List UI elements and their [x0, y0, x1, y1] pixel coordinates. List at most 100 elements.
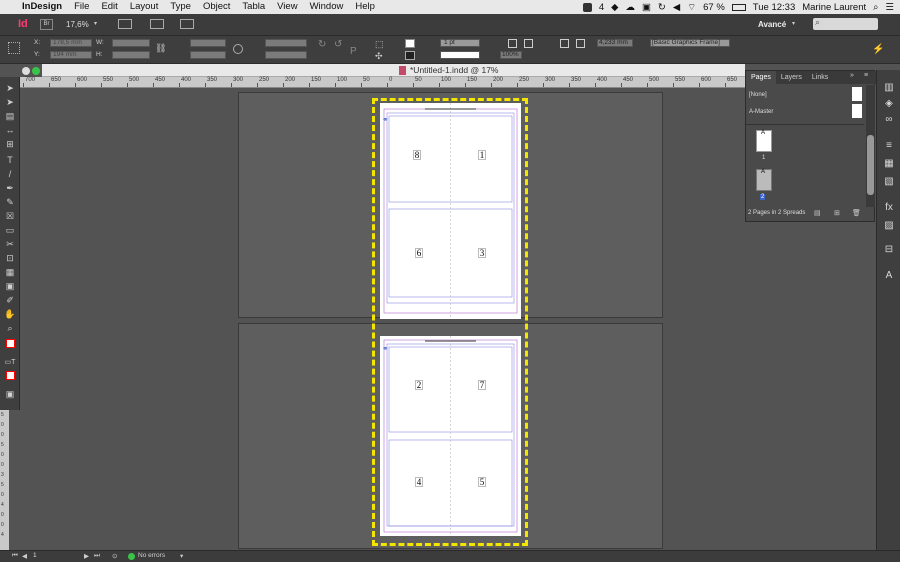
last-page-icon[interactable]: ⏭: [94, 552, 100, 560]
traffic-light-yellow[interactable]: [22, 67, 30, 75]
view-options-icon[interactable]: [118, 19, 132, 29]
menu-type[interactable]: Type: [164, 0, 197, 14]
screen-mode-icon[interactable]: ▣: [4, 389, 16, 400]
wifi-icon[interactable]: ⌔: [687, 2, 696, 13]
document-title[interactable]: *Untitled-1.indd @ 17%: [410, 64, 498, 77]
preflight-status[interactable]: No errors: [138, 552, 165, 559]
zoom-level-field[interactable]: 17,6%: [66, 20, 89, 29]
delete-page-icon[interactable]: 🗑: [852, 209, 861, 217]
first-page-icon[interactable]: ⏮: [12, 552, 18, 560]
eyedropper-tool-icon[interactable]: ✐: [4, 295, 16, 306]
stroke-panel-icon[interactable]: ≡: [882, 140, 896, 152]
panel-scrollbar[interactable]: [866, 85, 875, 207]
tab-layers[interactable]: Layers: [776, 71, 807, 84]
menu-help[interactable]: Help: [349, 0, 381, 14]
rotate-icon[interactable]: ↻: [318, 39, 326, 50]
edit-page-size-icon[interactable]: ▤: [814, 209, 821, 217]
dropbox-icon[interactable]: ◆: [611, 2, 618, 13]
chevron-down-icon[interactable]: ▾: [792, 20, 795, 27]
page-tool-icon[interactable]: ▤: [4, 111, 16, 122]
arrange-documents-icon[interactable]: [180, 19, 194, 29]
help-search-input[interactable]: [813, 18, 878, 30]
select-content-icon[interactable]: ✣: [375, 51, 383, 62]
swatches-panel-icon[interactable]: ▦: [882, 158, 896, 170]
menu-app[interactable]: InDesign: [16, 0, 68, 14]
free-transform-tool-icon[interactable]: ⊡: [4, 253, 16, 264]
menu-window[interactable]: Window: [304, 0, 350, 14]
apply-none-icon[interactable]: [4, 371, 16, 382]
none-master-thumb[interactable]: [852, 87, 862, 101]
fill-swatch-icon[interactable]: [405, 39, 415, 48]
pen-tool-icon[interactable]: ✒: [4, 183, 16, 194]
menu-file[interactable]: File: [68, 0, 95, 14]
preflight-menu-icon[interactable]: ▾: [180, 552, 183, 560]
reference-point-icon[interactable]: [8, 42, 20, 54]
corner-options-icon[interactable]: [524, 39, 533, 48]
selection-tool-icon[interactable]: ➤: [4, 83, 16, 94]
character-panel-icon[interactable]: A: [882, 270, 896, 282]
preflight-profile-icon[interactable]: ⊙: [112, 552, 117, 560]
gradient-tool-icon[interactable]: ▦: [4, 267, 16, 278]
pencil-tool-icon[interactable]: ✎: [4, 197, 16, 208]
workspace-switcher[interactable]: Avancé: [758, 20, 786, 29]
gradient-panel-icon[interactable]: ▧: [882, 176, 896, 188]
flip-icon[interactable]: P: [350, 46, 357, 57]
rectangle-tool-icon[interactable]: ▭: [4, 225, 16, 236]
adobe-cc-icon[interactable]: [582, 2, 592, 12]
select-container-icon[interactable]: ⬚: [375, 39, 384, 50]
panel-collapse-icon[interactable]: »: [850, 72, 854, 79]
menu-object[interactable]: Object: [197, 0, 236, 14]
scissors-tool-icon[interactable]: ✂: [4, 239, 16, 250]
tab-pages[interactable]: Pages: [746, 71, 776, 84]
direct-selection-tool-icon[interactable]: ➤: [4, 97, 16, 108]
tab-links[interactable]: Links: [807, 71, 833, 84]
battery-icon[interactable]: [731, 3, 746, 11]
next-page-icon[interactable]: ▶: [84, 552, 89, 560]
none-master-label[interactable]: [None]: [749, 92, 767, 98]
rotate-ccw-icon[interactable]: ↺: [334, 39, 342, 50]
fitting-icon[interactable]: [560, 39, 569, 48]
shear-field[interactable]: [265, 51, 307, 59]
volume-icon[interactable]: ◀: [673, 2, 680, 13]
scale-y-field[interactable]: [190, 51, 226, 59]
prev-page-icon[interactable]: ◀: [22, 552, 27, 560]
bridge-button[interactable]: Br: [40, 19, 53, 30]
rectangle-frame-tool-icon[interactable]: ☒: [4, 211, 16, 222]
page-thumb-1[interactable]: A: [756, 130, 772, 152]
chat-icon[interactable]: ▣: [642, 2, 651, 13]
user-name[interactable]: Marine Laurent: [802, 2, 866, 13]
cloud-icon[interactable]: ☁: [625, 2, 635, 13]
panel-scroll-thumb[interactable]: [867, 135, 874, 195]
formatting-affects-icon[interactable]: ▭T: [4, 357, 16, 368]
stroke-type-field[interactable]: [440, 51, 480, 59]
list-icon[interactable]: ☰: [885, 2, 894, 13]
sync-icon[interactable]: ↻: [658, 2, 666, 13]
type-tool-icon[interactable]: T: [4, 155, 16, 166]
spotlight-icon[interactable]: ⌕: [873, 2, 878, 13]
lightning-icon[interactable]: ⚡: [872, 44, 884, 55]
vertical-ruler[interactable]: 5 0 0 5 0 0 3 5 0 4 0 0 4: [0, 410, 9, 550]
height-field[interactable]: [112, 51, 150, 59]
page-thumb-2[interactable]: A: [756, 169, 772, 191]
traffic-light-green[interactable]: [32, 67, 40, 75]
new-page-icon[interactable]: ⊞: [834, 209, 840, 217]
content-collector-icon[interactable]: ⊞: [4, 139, 16, 150]
layers-panel-icon[interactable]: ◈: [882, 98, 896, 110]
fill-stroke-icon[interactable]: [4, 339, 16, 350]
rotate-field[interactable]: [265, 39, 307, 47]
pages-panel-icon[interactable]: ▥: [882, 82, 896, 94]
scale-x-field[interactable]: [190, 39, 226, 47]
links-panel-icon[interactable]: ∞: [882, 114, 896, 126]
panel-menu-icon[interactable]: ≡: [864, 72, 868, 79]
chevron-down-icon[interactable]: ▾: [94, 20, 97, 27]
text-wrap-icon[interactable]: [508, 39, 517, 48]
align-panel-icon[interactable]: ⊟: [882, 244, 896, 256]
clock[interactable]: Tue 12:33: [753, 2, 795, 13]
constrain-scale-icon[interactable]: [233, 44, 243, 54]
menu-table[interactable]: Tabla: [236, 0, 271, 14]
a-master-thumb[interactable]: [852, 104, 862, 118]
stroke-swatch-icon[interactable]: [405, 51, 415, 60]
zoom-tool-icon[interactable]: ⌕: [4, 323, 16, 334]
a-master-label[interactable]: A-Master: [749, 109, 773, 115]
hand-tool-icon[interactable]: ✋: [4, 309, 16, 320]
